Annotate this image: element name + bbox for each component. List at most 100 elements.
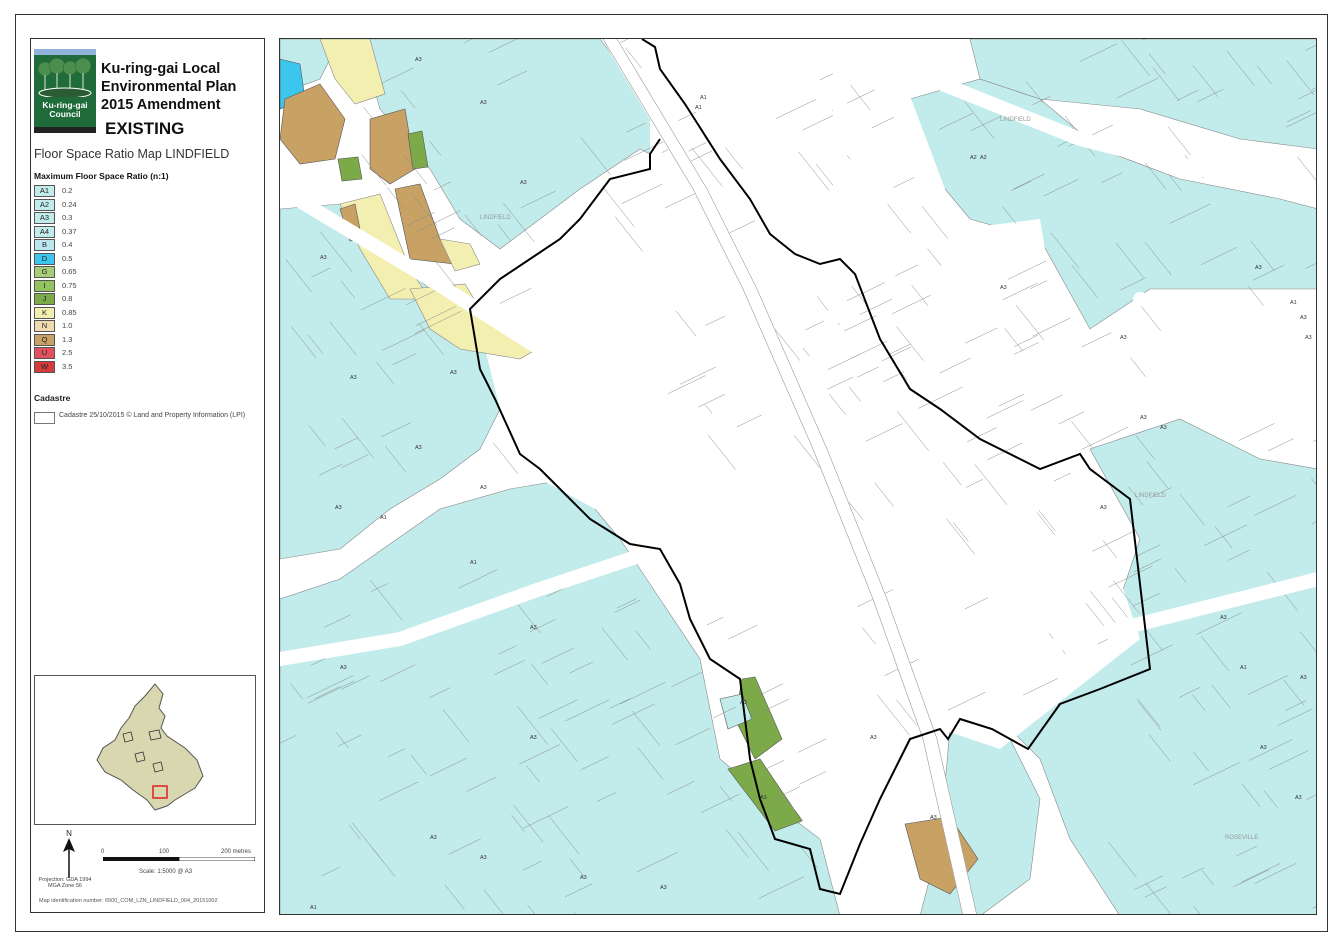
zone-label: A3 [1300,315,1307,321]
legend-heading: Maximum Floor Space Ratio (n:1) [34,171,169,181]
legend-value-j: 0.8 [62,294,73,303]
zone-areas [280,39,1316,914]
zone-j-1 [337,156,363,182]
map-canvas: LINDFIELD LINDFIELD LINDFIELD ROSEVILLE … [280,39,1316,914]
zone-label: A3 [760,795,767,801]
legend-value-u: 2.5 [62,348,73,357]
zone-label: A3 [430,835,437,841]
legend-swatch-k: K [34,306,55,319]
zone-label: A3 [450,370,457,376]
north-label: N [66,829,72,838]
place-label-lindfield-1: LINDFIELD [480,215,511,221]
zone-label: A2 [970,155,977,161]
zone-label: A3 [340,665,347,671]
legend-value-g: 0.65 [62,267,77,276]
zone-label: A3 [1100,505,1107,511]
plan-title: Ku-ring-gai Local Environmental Plan 201… [101,60,236,114]
map-title: Floor Space Ratio Map LINDFIELD [34,147,230,161]
zone-label: A3 [1300,675,1307,681]
legend-swatch-q: Q [34,333,55,346]
zone-label: A3 [1295,795,1302,801]
zone-label: A3 [480,855,487,861]
zone-label: A3 [1140,415,1147,421]
place-label-roseville: ROSEVILLE [1225,835,1258,841]
zone-label: A3 [415,57,422,63]
map-identification: Map identification number: 6500_COM_LZN_… [39,898,218,904]
zone-label: A1 [695,105,702,111]
zone-label: A3 [320,255,327,261]
legend-swatch-n: N [34,320,55,332]
legend-value-a3: 0.3 [62,213,73,222]
zoning-map[interactable]: LINDFIELD LINDFIELD LINDFIELD ROSEVILLE … [279,38,1317,915]
zone-label: A3 [1120,335,1127,341]
zone-label: A3 [1220,615,1227,621]
zone-label: A3 [530,735,537,741]
plan-title-line-1: Ku-ring-gai Local [101,61,221,77]
plan-title-line-2: Environmental Plan [101,79,237,95]
legend-value-d: 0.5 [62,253,73,263]
zone-label: A2 [980,155,987,161]
zone-label: A3 [335,505,342,511]
legend-value-i: 0.75 [62,280,77,290]
legend-swatch-a1: A1 [34,185,55,197]
legend-swatch-u: U [34,347,55,359]
zone-label: A3 [930,815,937,821]
north-arrow: N [61,829,77,880]
zone-label: A3 [350,375,357,381]
place-label-lindfield-2: LINDFIELD [1000,117,1031,123]
north-arrow-icon [63,838,75,878]
zone-label: A1 [1240,665,1247,671]
zone-label: A3 [480,100,487,106]
legend-value-q: 1.3 [62,334,73,344]
legend-value-a1: 0.2 [62,186,73,195]
legend-swatch-i: I [34,279,55,292]
legend-value-k: 0.85 [62,307,77,317]
zone-label: A3 [480,485,487,491]
legend-swatch-a2: A2 [34,198,55,211]
zone-label: A3 [870,735,877,741]
logo-text: Ku-ring-gai Council [42,100,88,119]
legend-value-a4: 0.37 [62,226,77,236]
zone-label: A3 [660,885,667,891]
scale-bar [103,857,255,861]
zone-label: A1 [380,515,387,521]
scale-label-200: 200 metres [221,849,252,855]
legend-value-n: 1.0 [62,321,73,330]
legend-swatch-b: B [34,239,55,251]
cadastre-swatch [34,412,55,424]
legend-swatch-d: D [34,252,55,265]
location-inset-map [34,675,256,825]
plan-title-line-3: 2015 Amendment [101,97,221,113]
zone-label: A3 [1305,335,1312,341]
legend-swatch-a3: A3 [34,212,55,224]
cadastre-heading: Cadastre [34,393,71,403]
scale-label-100: 100 [159,849,170,855]
legend-value-a2: 0.24 [62,199,77,209]
status-label: EXISTING [105,119,185,138]
zone-label: A3 [530,625,537,631]
zone-label: A3 [1255,265,1262,271]
zone-label: A1 [700,95,707,101]
scale-label-0: 0 [101,849,105,855]
legend-value-b: 0.4 [62,240,73,249]
projection-note: Projection: GDA 1994 MGA Zone 56 [38,877,92,889]
legend-panel: Ku-ring-gai Council Ku-ring-gai Local En… [30,38,265,913]
zone-label: A3 [580,875,587,881]
legend-swatch-g: G [34,266,55,278]
zone-label: A3 [1000,285,1007,291]
zone-label: A3 [1160,425,1167,431]
legend-swatch-w: W [34,360,55,373]
legend-swatch-a4: A4 [34,225,55,238]
zone-label: A3 [1260,745,1267,751]
zone-label: A3 [415,445,422,451]
zone-label: A1 [310,905,317,911]
zone-label: A3 [520,180,527,186]
scale-text: Scale: 1:5000 @ A3 [139,869,193,875]
council-logo: Ku-ring-gai Council [34,49,96,133]
legend-swatch-j: J [34,293,55,305]
legend-value-w: 3.5 [62,361,73,371]
zone-label: A3 [740,700,747,706]
zone-label: A1 [470,560,477,566]
cadastre-text: Cadastre 25/10/2015 © Land and Property … [59,412,246,419]
zone-label: A1 [1290,300,1297,306]
